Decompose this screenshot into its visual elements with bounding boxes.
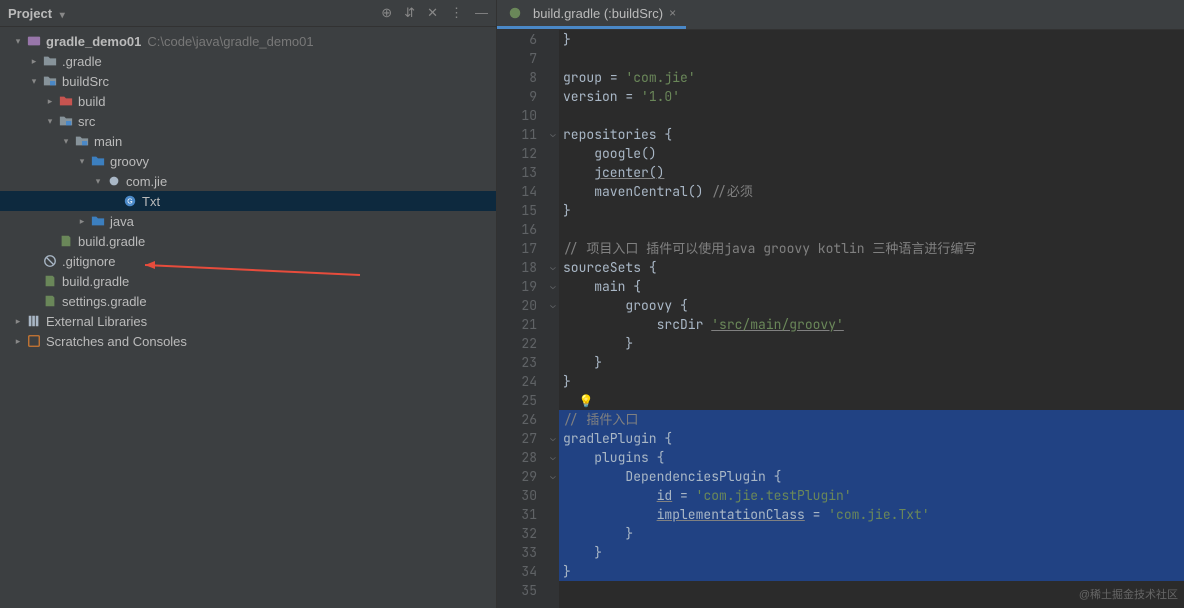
- tree-item-label: groovy: [110, 154, 149, 169]
- project-sidebar: Project ▾ ⊕ ⇵ ✕ ⋮ — ▾ gradle_demo01 C:\c…: [0, 0, 497, 608]
- tree-item-label: .gitignore: [62, 254, 115, 269]
- editor-tabs: build.gradle (:buildSrc) ×: [497, 0, 1184, 30]
- project-label-text: Project: [8, 6, 52, 21]
- tree-item-label: java: [110, 214, 134, 229]
- tree-arrow[interactable]: ▾: [28, 76, 40, 87]
- gradle-file-icon: [42, 294, 58, 308]
- library-icon: [26, 314, 42, 328]
- tree-arrow[interactable]: ▸: [28, 56, 40, 67]
- tree-item-label: build: [78, 94, 105, 109]
- tree-row[interactable]: ▸build.gradle: [0, 271, 496, 291]
- project-tree: ▾ gradle_demo01 C:\code\java\gradle_demo…: [0, 27, 496, 355]
- tree-row[interactable]: ▾ buildSrc: [0, 71, 496, 91]
- tree-row[interactable]: ▸build.gradle: [0, 231, 496, 251]
- tab-label: build.gradle (:buildSrc): [533, 6, 663, 21]
- project-tool-label[interactable]: Project ▾: [8, 6, 65, 21]
- tree-external-libs[interactable]: ▸ External Libraries: [0, 311, 496, 331]
- gradle-file-icon: [58, 234, 74, 248]
- editor-panel: build.gradle (:buildSrc) × 6789101112131…: [497, 0, 1184, 608]
- chevron-right-icon[interactable]: ▸: [12, 316, 24, 327]
- root-path: C:\code\java\gradle_demo01: [147, 34, 313, 49]
- tree-arrow[interactable]: ▾: [76, 156, 88, 167]
- folder-module-icon: [42, 74, 58, 88]
- tree-item-label: com.jie: [126, 174, 167, 189]
- collapse-icon[interactable]: ✕: [427, 5, 438, 21]
- scratches-label: Scratches and Consoles: [46, 334, 187, 349]
- close-icon[interactable]: ×: [669, 6, 676, 20]
- tree-row[interactable]: ▾ groovy: [0, 151, 496, 171]
- tree-row[interactable]: ▾ src: [0, 111, 496, 131]
- code-area[interactable]: 6789101112131415161718192021222324252627…: [497, 30, 1184, 608]
- gradle-file-icon: [507, 6, 523, 20]
- gitignore-icon: [42, 254, 58, 268]
- tree-row[interactable]: ▸settings.gradle: [0, 291, 496, 311]
- project-toolbar: ⊕ ⇵ ✕ ⋮ —: [381, 5, 488, 21]
- tree-arrow[interactable]: ▾: [60, 136, 72, 147]
- folder-module-icon: [58, 114, 74, 128]
- code-body[interactable]: }group = 'com.jie'version = '1.0'reposit…: [559, 30, 1184, 608]
- tree-item-label: src: [78, 114, 95, 129]
- tree-row[interactable]: ▾ main: [0, 131, 496, 151]
- hide-icon[interactable]: —: [475, 5, 488, 21]
- locate-icon[interactable]: ⊕: [381, 5, 392, 21]
- tree-item-label: Txt: [142, 194, 160, 209]
- tree-item-label: build.gradle: [62, 274, 129, 289]
- tree-row[interactable]: ▸GTxt: [0, 191, 496, 211]
- project-header: Project ▾ ⊕ ⇵ ✕ ⋮ —: [0, 0, 496, 27]
- tree-row[interactable]: ▸ java: [0, 211, 496, 231]
- root-name: gradle_demo01: [46, 34, 141, 49]
- settings-icon[interactable]: ⋮: [450, 5, 463, 21]
- groovy-file-icon: G: [122, 194, 138, 208]
- tab-build-gradle[interactable]: build.gradle (:buildSrc) ×: [497, 0, 686, 29]
- watermark: @稀土掘金技术社区: [1079, 586, 1178, 602]
- chevron-down-icon[interactable]: ▾: [12, 36, 24, 47]
- folder-module-icon: [74, 134, 90, 148]
- folder-module-icon: [26, 34, 42, 48]
- chevron-right-icon[interactable]: ▸: [12, 336, 24, 347]
- tree-item-label: settings.gradle: [62, 294, 147, 309]
- gradle-file-icon: [42, 274, 58, 288]
- folder-excl-icon: [58, 94, 74, 108]
- tree-arrow[interactable]: ▸: [76, 216, 88, 227]
- tree-root[interactable]: ▾ gradle_demo01 C:\code\java\gradle_demo…: [0, 31, 496, 51]
- folder-src-icon: [90, 154, 106, 168]
- tree-row[interactable]: ▸ build: [0, 91, 496, 111]
- tree-item-label: buildSrc: [62, 74, 109, 89]
- tree-item-label: build.gradle: [78, 234, 145, 249]
- tree-arrow[interactable]: ▾: [44, 116, 56, 127]
- folder-icon: [42, 54, 58, 68]
- tree-arrow[interactable]: ▸: [44, 96, 56, 107]
- tree-item-label: main: [94, 134, 122, 149]
- tree-row[interactable]: ▸ .gradle: [0, 51, 496, 71]
- libs-label: External Libraries: [46, 314, 147, 329]
- tree-row[interactable]: ▸.gitignore: [0, 251, 496, 271]
- tree-item-label: .gradle: [62, 54, 102, 69]
- tree-arrow[interactable]: ▾: [92, 176, 104, 187]
- scratch-icon: [26, 334, 42, 348]
- folder-src-icon: [90, 214, 106, 228]
- line-gutter: 6789101112131415161718192021222324252627…: [497, 30, 547, 608]
- chevron-down-icon: ▾: [60, 10, 65, 21]
- tree-scratches[interactable]: ▸ Scratches and Consoles: [0, 331, 496, 351]
- tree-row[interactable]: ▾ com.jie: [0, 171, 496, 191]
- svg-text:G: G: [127, 199, 132, 206]
- fold-gutter[interactable]: ⌄⌄⌄⌄⌄⌄⌄: [547, 30, 559, 608]
- folder-pkg-icon: [106, 174, 122, 188]
- expand-icon[interactable]: ⇵: [404, 5, 415, 21]
